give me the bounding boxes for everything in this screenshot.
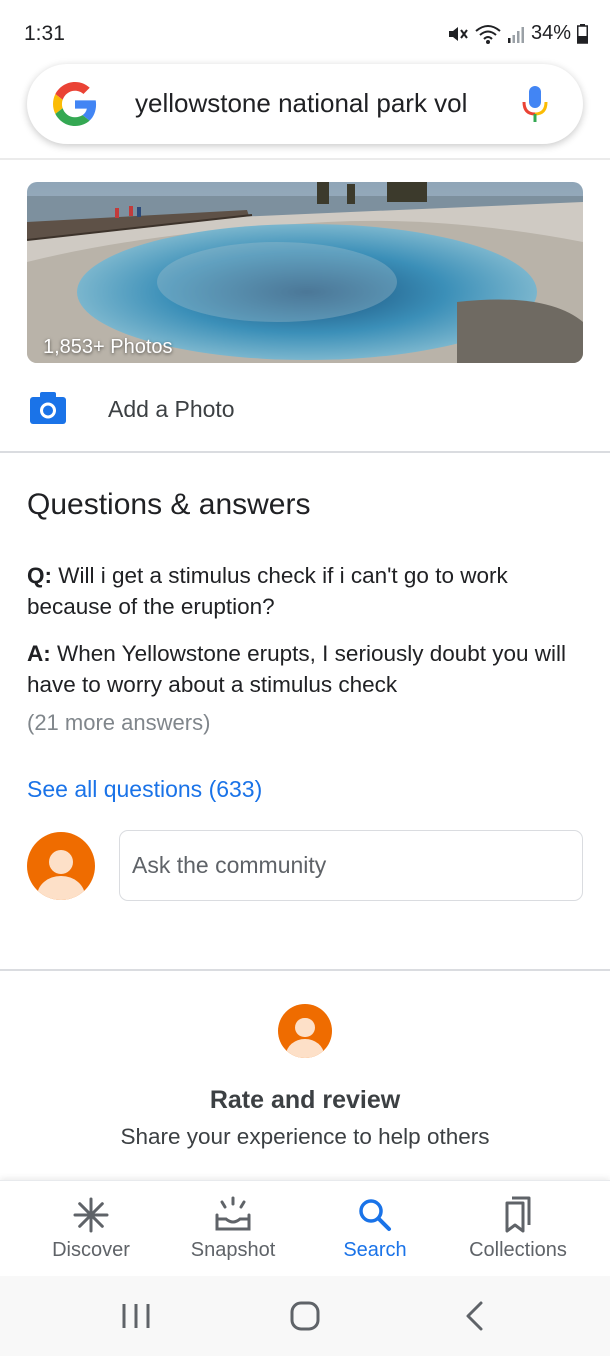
- collections-icon: [505, 1196, 531, 1233]
- camera-icon: [30, 392, 66, 424]
- question-text: Will i get a stimulus check if i can't g…: [27, 563, 508, 619]
- search-query-text[interactable]: yellowstone national park vol: [135, 88, 511, 119]
- system-navigation-bar: [0, 1276, 610, 1356]
- qa-answer: A: When Yellowstone erupts, I seriously …: [27, 638, 583, 700]
- nav-discover[interactable]: Discover: [20, 1181, 162, 1277]
- nav-search[interactable]: Search: [304, 1181, 446, 1277]
- user-avatar: [27, 832, 95, 900]
- ask-community-input[interactable]: [119, 830, 583, 901]
- recent-apps-icon[interactable]: [116, 1298, 156, 1334]
- rate-review-title[interactable]: Rate and review: [0, 1086, 610, 1115]
- answer-prefix: A:: [27, 641, 51, 666]
- battery-icon: [577, 23, 588, 44]
- answer-text: When Yellowstone erupts, I seriously dou…: [27, 641, 567, 697]
- nav-snapshot[interactable]: Snapshot: [162, 1181, 304, 1277]
- snapshot-icon: [215, 1196, 251, 1231]
- status-bar: 1:31 34%: [0, 0, 610, 64]
- signal-icon: [507, 26, 524, 43]
- qa-question: Q: Will i get a stimulus check if i can'…: [27, 560, 583, 622]
- nav-label: Snapshot: [190, 1239, 276, 1261]
- question-prefix: Q:: [27, 563, 52, 588]
- home-icon[interactable]: [285, 1298, 325, 1334]
- nav-label: Search: [343, 1239, 407, 1261]
- google-logo-icon[interactable]: [53, 82, 97, 126]
- add-photo-label: Add a Photo: [108, 396, 235, 422]
- asterisk-icon: [73, 1197, 109, 1233]
- section-divider: [0, 451, 610, 453]
- bottom-navigation: Discover Snapshot Search Collections: [0, 1180, 610, 1276]
- photo-count-label: 1,853+ Photos: [43, 336, 173, 358]
- nav-label: Collections: [469, 1239, 567, 1261]
- reviewer-avatar: [278, 1004, 332, 1058]
- nav-label: Discover: [52, 1239, 130, 1261]
- status-icons: 34%: [447, 22, 588, 45]
- wifi-icon: [475, 24, 501, 44]
- rate-review-subtitle: Share your experience to help others: [120, 1124, 490, 1149]
- nav-collections[interactable]: Collections: [446, 1181, 590, 1277]
- microphone-icon[interactable]: [521, 84, 549, 124]
- see-all-questions-link[interactable]: See all questions (633): [27, 776, 262, 803]
- search-bar[interactable]: yellowstone national park vol: [27, 64, 583, 144]
- battery-percent: 34%: [530, 22, 571, 44]
- status-time: 1:31: [24, 22, 65, 45]
- header-divider: [0, 158, 610, 160]
- section-divider: [0, 969, 610, 971]
- back-icon[interactable]: [456, 1298, 496, 1334]
- search-icon: [359, 1199, 391, 1231]
- mute-icon: [448, 26, 468, 41]
- park-photo[interactable]: 1,853+ Photos: [27, 182, 583, 363]
- add-photo-button[interactable]: Add a Photo: [0, 380, 610, 440]
- more-answers-link[interactable]: (21 more answers): [27, 710, 210, 736]
- qa-section-title: Questions & answers: [27, 488, 311, 521]
